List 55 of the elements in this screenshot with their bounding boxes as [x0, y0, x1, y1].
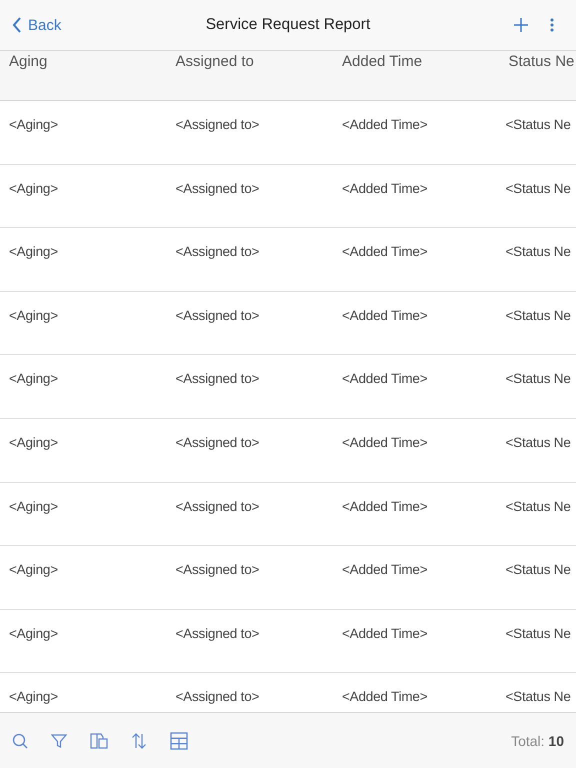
table-cell-text: <Aging> [8, 180, 59, 196]
table-cell-text: <Added Time> [341, 498, 428, 514]
table-cell-text: <Added Time> [341, 371, 428, 386]
table-cell-text: <Assigned to> [174, 117, 260, 132]
sort-icon[interactable] [131, 732, 147, 748]
table-cell-text: <Status Ne [504, 308, 572, 323]
column-header: Aging [8, 52, 48, 72]
column-header: Assigned to [174, 52, 255, 72]
table-cell-text: <Added Time> [341, 434, 428, 450]
screen-title: Service Request Report [204, 16, 372, 34]
table-cell-text: <Status Ne [504, 244, 572, 260]
table-cell-text: <Assigned to> [174, 180, 260, 196]
table-cell-text: <Assigned to> [174, 498, 260, 514]
table-cell-text: <Aging> [8, 562, 59, 578]
table-cell-text: <Status Ne [504, 498, 572, 514]
table-cell-text: <Aging> [8, 498, 59, 514]
table-cell-text: <Assigned to> [174, 371, 260, 386]
chevron-left-icon[interactable] [12, 16, 22, 34]
table-cell-text: <Aging> [8, 626, 59, 641]
table-cell-text: <Assigned to> [174, 434, 260, 450]
table-cell-text: <Added Time> [341, 180, 428, 196]
table-cell-text: <Aging> [8, 371, 59, 386]
table-cell-text: <Assigned to> [174, 308, 260, 323]
table-cell-text: <Added Time> [341, 562, 428, 578]
table-cell-text: <Status Ne [504, 371, 572, 386]
table-cell-text: <Aging> [8, 308, 59, 323]
table-cell-text: <Added Time> [341, 626, 428, 641]
table-cell-text: <Status Ne [504, 117, 572, 132]
table-cell-text: <Assigned to> [174, 689, 260, 704]
table-cell-text: <Status Ne [504, 626, 572, 641]
back-button[interactable]: Back [12, 16, 62, 34]
table-cell-text: <Aging> [8, 117, 59, 132]
table-cell-text: <Added Time> [341, 244, 428, 260]
table-cell-text: <Assigned to> [174, 562, 260, 578]
total-count: Total: 10 [511, 732, 564, 748]
table-cell-text: <Added Time> [341, 308, 428, 323]
table-cell-text: <Added Time> [341, 689, 428, 704]
table-cell-text: <Status Ne [504, 180, 572, 196]
columns-icon[interactable] [90, 732, 108, 748]
table-cell-text: <Assigned to> [174, 244, 260, 260]
table-cell-text: <Added Time> [341, 117, 428, 132]
table-cell-text: <Aging> [8, 434, 59, 450]
add-icon[interactable] [514, 18, 528, 32]
table-cell-text: <Aging> [8, 244, 59, 260]
search-icon[interactable] [12, 732, 28, 748]
filter-icon[interactable] [51, 732, 67, 748]
table-icon[interactable] [170, 732, 188, 750]
table-cell-text: <Assigned to> [174, 626, 260, 641]
more-icon[interactable] [550, 18, 554, 32]
table-cell-text: <Status Ne [504, 689, 572, 704]
table-cell-text: <Aging> [8, 689, 59, 704]
table-cell-text: <Status Ne [504, 562, 572, 578]
column-header: Added Time [341, 52, 424, 72]
table-cell-text: <Status Ne [504, 434, 572, 450]
column-header: Status Ne [508, 52, 576, 72]
